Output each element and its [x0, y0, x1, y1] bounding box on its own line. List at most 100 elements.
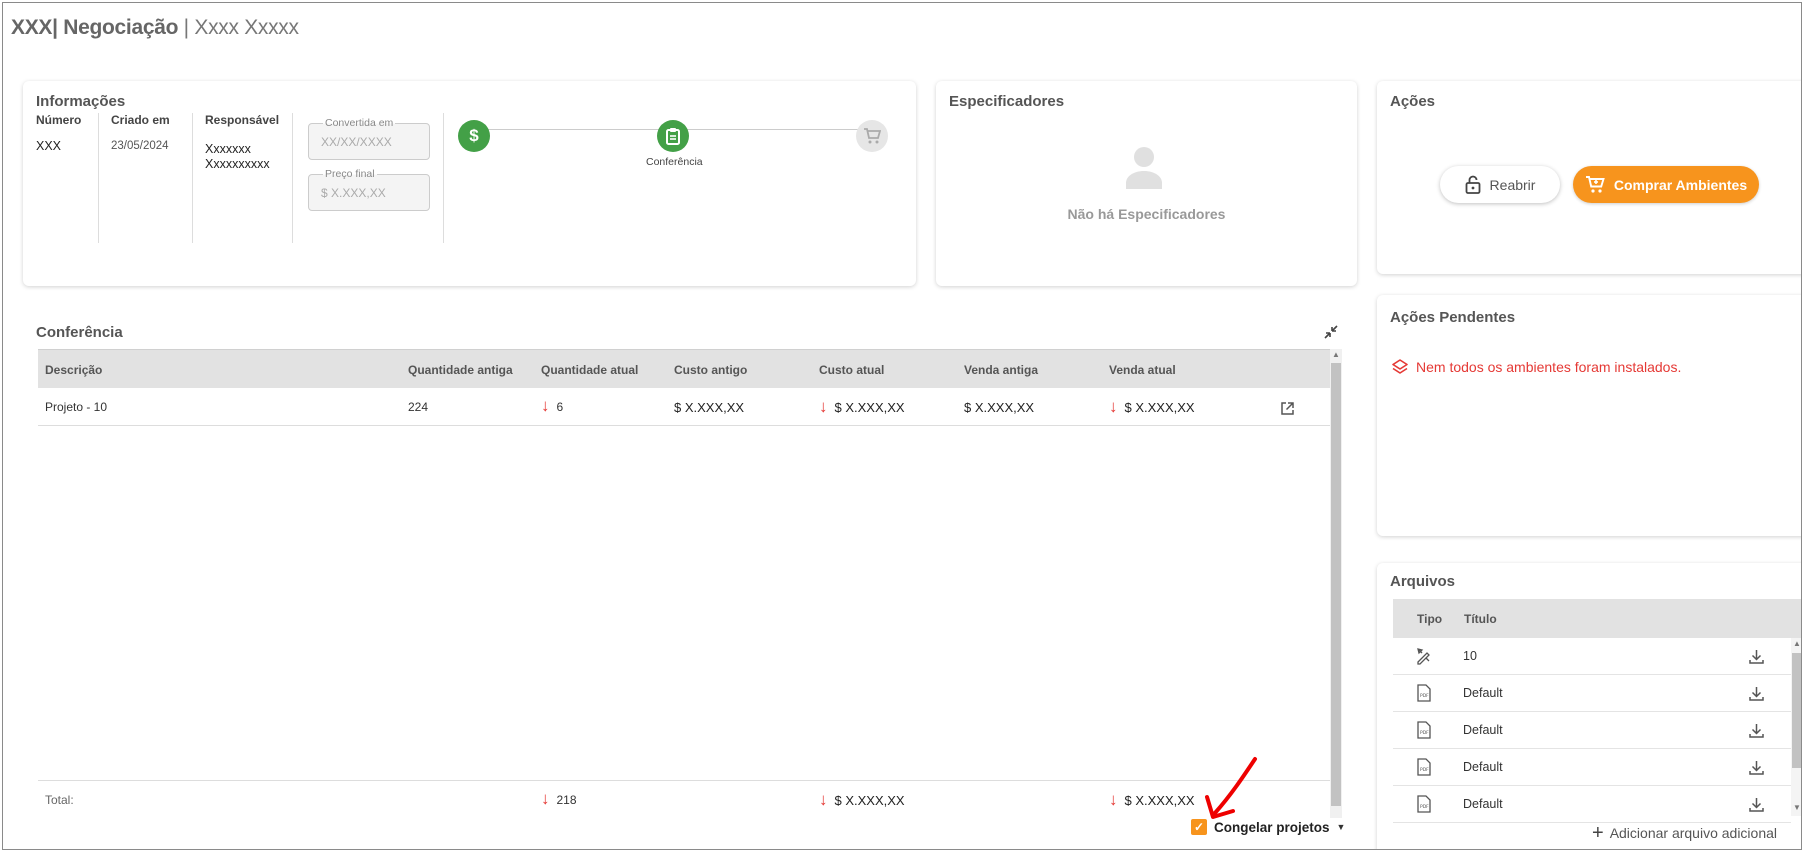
reabrir-button[interactable]: Reabrir	[1440, 166, 1560, 203]
annotation-arrow	[1205, 757, 1257, 819]
file-row[interactable]: 10	[1393, 638, 1791, 675]
pendentes-message: Nem todos os ambientes foram instalados.	[1391, 358, 1681, 376]
reabrir-label: Reabrir	[1489, 176, 1536, 193]
col-tipo: Tipo	[1417, 612, 1443, 626]
info-card: Informações Número XXX Criado em 23/05/2…	[23, 81, 916, 286]
row-venda-antiga: $ X.XXX,XX	[964, 400, 1035, 415]
page-title-client: | Xxxx Xxxxx	[183, 16, 299, 39]
total-custo-atual: ↓ $ X.XXX,XX	[819, 790, 905, 809]
convertida-label: Convertida em	[323, 117, 396, 129]
file-title: 10	[1463, 649, 1477, 663]
comprar-ambientes-button[interactable]: Comprar Ambientes	[1573, 166, 1759, 203]
arquivos-scrollbar[interactable]: ▲ ▼	[1791, 638, 1801, 816]
layers-icon	[1392, 359, 1408, 374]
svg-text:PDF: PDF	[1420, 730, 1429, 736]
row-custo-antigo: $ X.XXX,XX	[674, 400, 745, 415]
table-row[interactable]: Projeto - 10 224 ↓ 6 $ X.XXX,XX ↓ $ X.XXX,…	[38, 388, 1330, 426]
person-icon	[1126, 147, 1162, 189]
pendentes-card: Ações Pendentes Nem todos os ambientes f…	[1377, 295, 1801, 536]
pdf-file-icon: PDF	[1417, 795, 1431, 813]
col-descricao: Descrição	[45, 363, 103, 377]
download-icon[interactable]	[1748, 796, 1765, 813]
scroll-thumb[interactable]	[1331, 363, 1341, 806]
pdf-file-icon: PDF	[1417, 721, 1431, 739]
file-row[interactable]: PDF Default	[1393, 675, 1791, 712]
total-qtd-atual: ↓ 218	[541, 789, 577, 808]
file-title: Default	[1463, 723, 1503, 737]
total-row: Total: ↓ 218 ↓ $ X.XXX,XX ↓ $ X.XXX,XX	[38, 780, 1330, 818]
arquivos-title: Arquivos	[1390, 573, 1456, 590]
especificadores-card: Especificadores Não há Especificadores	[936, 81, 1357, 286]
conferencia-title: Conferência	[36, 324, 123, 341]
preco-field[interactable]: Preço final $ X.XXX,XX	[308, 168, 430, 211]
arrow-down-icon: ↓	[1109, 790, 1118, 809]
row-custo-atual: ↓ $ X.XXX,XX	[819, 397, 905, 416]
page-title: XXX| Negociação | Xxxx Xxxxx	[11, 16, 299, 40]
comprar-label: Comprar Ambientes	[1613, 176, 1748, 193]
step-conferencia-label: Conferência	[646, 156, 703, 168]
scroll-down-icon[interactable]: ▼	[1793, 803, 1801, 812]
row-venda-atual: ↓ $ X.XXX,XX	[1109, 397, 1195, 416]
arrow-down-icon: ↓	[819, 790, 828, 809]
add-file-label: Adicionar arquivo adicional	[1609, 825, 1778, 841]
numero-col: Número XXX	[36, 113, 99, 243]
col-qtd-atual: Quantidade atual	[541, 363, 639, 377]
pdf-file-icon: PDF	[1417, 758, 1431, 776]
scroll-up-icon[interactable]: ▲	[1793, 639, 1801, 648]
especificadores-empty: Não há Especificadores	[1067, 206, 1226, 222]
responsavel-value: Xxxxxxx Xxxxxxxxxx	[205, 142, 292, 172]
arrow-down-icon: ↓	[541, 789, 550, 808]
total-venda-value: $ X.XXX,XX	[1124, 793, 1195, 808]
convertida-field[interactable]: Convertida em XX/XX/XXXX	[308, 117, 430, 160]
preco-placeholder: $ X.XXX,XX	[321, 186, 386, 200]
download-icon[interactable]	[1748, 648, 1765, 665]
add-file-button[interactable]: + Adicionar arquivo adicional	[1592, 823, 1778, 843]
numero-value: XXX	[36, 139, 62, 153]
conferencia-scrollbar[interactable]: ▲	[1330, 349, 1342, 818]
row-qtd-atual: ↓ 6	[541, 396, 563, 415]
file-row[interactable]: PDF Default	[1393, 786, 1791, 823]
download-icon[interactable]	[1748, 759, 1765, 776]
arrow-down-icon: ↓	[541, 396, 550, 415]
file-title: Default	[1463, 760, 1503, 774]
clipboard-icon	[666, 128, 680, 145]
conferencia-header: Descrição Quantidade antiga Quantidade a…	[38, 349, 1330, 388]
page-title-main: XXX| Negociação	[11, 16, 179, 39]
collapse-icon[interactable]	[1323, 324, 1339, 340]
arrow-down-icon: ↓	[819, 397, 828, 416]
row-venda-atual-value: $ X.XXX,XX	[1124, 400, 1195, 415]
arrow-down-icon: ↓	[1109, 397, 1118, 416]
design-tool-icon	[1417, 648, 1430, 665]
download-icon[interactable]	[1748, 722, 1765, 739]
total-custo-value: $ X.XXX,XX	[834, 793, 905, 808]
svg-text:PDF: PDF	[1420, 767, 1429, 773]
caret-down-icon[interactable]: ▼	[1337, 822, 1346, 832]
step-dollar[interactable]: $	[458, 120, 490, 152]
numero-label: Número	[36, 113, 82, 127]
step-conferencia[interactable]	[657, 120, 689, 152]
responsavel-name-2: Xxxxxxxxxx	[205, 157, 270, 171]
cart-icon	[1585, 176, 1605, 193]
scroll-thumb[interactable]	[1792, 653, 1801, 768]
dollar-icon: $	[469, 126, 479, 145]
preco-label: Preço final	[323, 168, 377, 180]
download-icon[interactable]	[1748, 685, 1765, 702]
scroll-up-icon[interactable]: ▲	[1332, 350, 1340, 359]
especificadores-title: Especificadores	[949, 93, 1065, 110]
step-cart[interactable]	[856, 120, 888, 152]
acoes-card: Ações Reabrir Comprar Ambientes	[1377, 81, 1801, 274]
total-qtd-value: 218	[556, 793, 577, 807]
col-custo-atual: Custo atual	[819, 363, 885, 377]
lock-open-icon	[1465, 175, 1480, 194]
file-row[interactable]: PDF Default	[1393, 749, 1791, 786]
info-title: Informações	[36, 93, 126, 110]
criado-col: Criado em 23/05/2024	[111, 113, 193, 243]
app-frame: XXX| Negociação | Xxxx Xxxxx Informações…	[2, 2, 1802, 850]
responsavel-label: Responsável	[205, 113, 280, 127]
col-custo-antigo: Custo antigo	[674, 363, 748, 377]
col-venda-atual: Venda atual	[1109, 363, 1176, 377]
col-titulo: Título	[1464, 612, 1497, 626]
open-external-icon[interactable]	[1280, 401, 1295, 416]
file-row[interactable]: PDF Default	[1393, 712, 1791, 749]
responsavel-name-1: Xxxxxxx	[205, 142, 251, 156]
